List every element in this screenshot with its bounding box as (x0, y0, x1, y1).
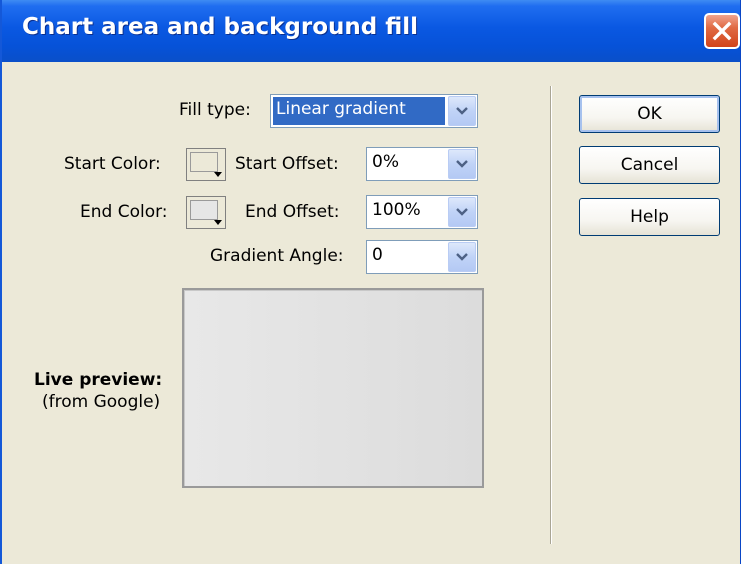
cancel-button[interactable]: Cancel (579, 146, 720, 184)
help-button[interactable]: Help (579, 198, 720, 236)
start-offset-label: Start Offset: (235, 154, 339, 174)
gradient-angle-value: 0 (372, 245, 383, 265)
title-bar[interactable]: Chart area and background fill (2, 0, 740, 62)
close-button[interactable] (704, 13, 740, 49)
chevron-down-icon (456, 208, 468, 216)
gradient-angle-label: Gradient Angle: (210, 246, 344, 266)
ok-button[interactable]: OK (579, 95, 720, 133)
caret-down-icon (214, 220, 222, 225)
fill-type-label: Fill type: (179, 100, 251, 120)
end-offset-label: End Offset: (245, 202, 340, 222)
start-color-picker[interactable] (186, 148, 226, 181)
gradient-angle-select[interactable]: 0 (366, 240, 478, 274)
start-offset-dropdown-button[interactable] (448, 149, 476, 179)
end-offset-value: 100% (372, 200, 421, 220)
fill-type-dropdown-button[interactable] (448, 96, 476, 126)
end-offset-select[interactable]: 100% (366, 195, 478, 229)
vertical-separator (550, 86, 551, 544)
start-offset-value: 0% (372, 152, 399, 172)
start-color-swatch (190, 152, 218, 172)
live-preview-label: Live preview: (34, 370, 163, 390)
caret-down-icon (214, 172, 222, 177)
fill-type-value: Linear gradient (276, 99, 406, 119)
dialog-window: Chart area and background fill Fill type… (0, 0, 741, 564)
live-preview-box (182, 288, 484, 488)
start-color-label: Start Color: (64, 154, 161, 174)
fill-type-select[interactable]: Linear gradient (270, 94, 478, 128)
chevron-down-icon (456, 160, 468, 168)
gradient-angle-dropdown-button[interactable] (448, 242, 476, 272)
close-icon (712, 21, 732, 41)
end-color-swatch (190, 200, 218, 220)
dialog-title: Chart area and background fill (22, 14, 419, 40)
live-preview-source: (from Google) (42, 392, 161, 412)
start-offset-select[interactable]: 0% (366, 147, 478, 181)
end-color-picker[interactable] (186, 196, 226, 229)
end-color-label: End Color: (80, 202, 168, 222)
chevron-down-icon (456, 107, 468, 115)
end-offset-dropdown-button[interactable] (448, 197, 476, 227)
chevron-down-icon (456, 253, 468, 261)
